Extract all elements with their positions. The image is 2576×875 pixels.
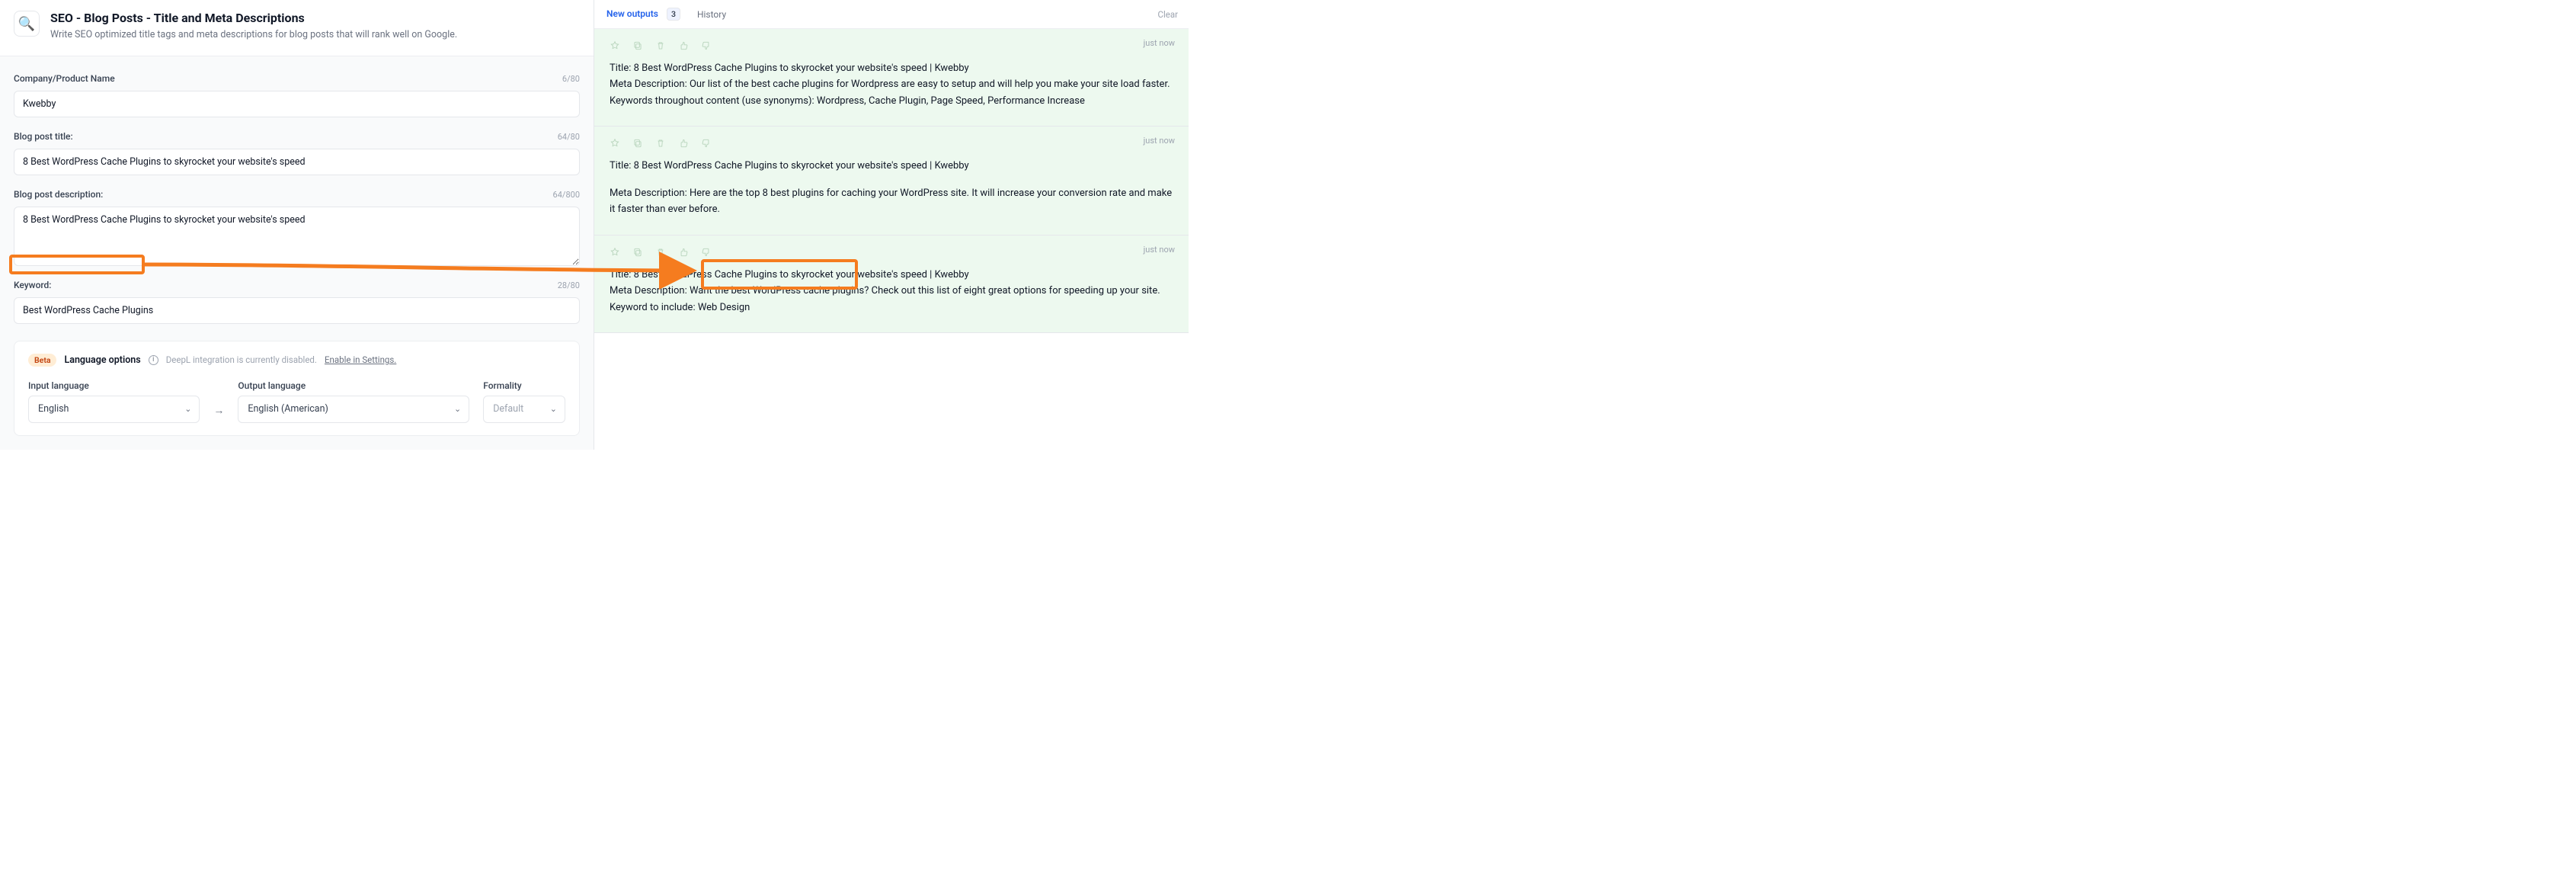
count-keyword: 28/80 — [558, 280, 580, 290]
language-options-card: Beta Language options i DeepL integratio… — [14, 341, 580, 436]
outputs-panel: New outputs 3 History Clear just now Tit… — [594, 0, 1189, 450]
chevron-down-icon: ⌄ — [184, 404, 191, 414]
blog-desc-input[interactable] — [14, 207, 580, 266]
card-action-row — [610, 138, 1173, 149]
form-panel: 🔍 SEO - Blog Posts - Title and Meta Desc… — [0, 0, 594, 450]
thumbs-down-icon[interactable] — [701, 138, 712, 149]
output-language-value: English (American) — [248, 403, 328, 415]
beta-badge: Beta — [28, 354, 56, 367]
output-card[interactable]: just now Title: 8 Best WordPress Cache P… — [594, 236, 1189, 333]
formality-value: Default — [493, 403, 523, 415]
output-meta: Meta Description: Our list of the best c… — [610, 76, 1173, 92]
output-extra: Keywords throughout content (use synonym… — [610, 93, 1173, 109]
thumbs-up-icon[interactable] — [678, 40, 689, 51]
tool-header: 🔍 SEO - Blog Posts - Title and Meta Desc… — [0, 0, 594, 56]
output-card[interactable]: just now Title: 8 Best WordPress Cache P… — [594, 29, 1189, 127]
output-meta: Meta Description: Want the best WordPres… — [610, 283, 1173, 299]
chevron-down-icon: ⌄ — [550, 404, 557, 414]
label-input-language: Input language — [28, 380, 200, 391]
thumbs-up-icon[interactable] — [678, 138, 689, 149]
output-body: Title: 8 Best WordPress Cache Plugins to… — [610, 60, 1173, 109]
card-action-row — [610, 247, 1173, 258]
formality-select[interactable]: Default ⌄ — [483, 396, 565, 423]
page-title: SEO - Blog Posts - Title and Meta Descri… — [50, 11, 457, 25]
count-blog-title: 64/80 — [558, 132, 580, 142]
trash-icon[interactable] — [655, 138, 666, 149]
info-icon[interactable]: i — [149, 355, 158, 365]
tab-new-outputs[interactable]: New outputs 3 — [605, 5, 682, 24]
thumbs-up-icon[interactable] — [678, 247, 689, 258]
trash-icon[interactable] — [655, 40, 666, 51]
output-body: Title: 8 Best WordPress Cache Plugins to… — [610, 158, 1173, 217]
card-action-row — [610, 40, 1173, 51]
chevron-down-icon: ⌄ — [454, 404, 461, 414]
output-title: Title: 8 Best WordPress Cache Plugins to… — [610, 60, 1173, 76]
company-input[interactable] — [14, 91, 580, 117]
enable-settings-link[interactable]: Enable in Settings. — [325, 354, 396, 365]
tab-history[interactable]: History — [696, 6, 728, 23]
label-output-language: Output language — [238, 380, 469, 391]
label-company: Company/Product Name — [14, 73, 115, 84]
output-timestamp: just now — [1144, 38, 1175, 48]
star-icon[interactable] — [610, 40, 620, 51]
output-card[interactable]: just now Title: 8 Best WordPress Cache P… — [594, 127, 1189, 235]
arrow-right-icon: → — [213, 404, 224, 423]
input-language-select[interactable]: English ⌄ — [28, 396, 200, 423]
language-hint: DeepL integration is currently disabled. — [166, 354, 317, 365]
count-blog-desc: 64/800 — [553, 190, 580, 200]
label-keyword: Keyword: — [14, 280, 51, 290]
clear-button[interactable]: Clear — [1157, 9, 1178, 20]
label-blog-title: Blog post title: — [14, 131, 73, 142]
keyword-input[interactable] — [14, 297, 580, 324]
tab-new-outputs-label: New outputs — [606, 8, 658, 19]
thumbs-down-icon[interactable] — [701, 40, 712, 51]
output-body: Title: 8 Best WordPress Cache Plugins to… — [610, 267, 1173, 316]
page-subtitle: Write SEO optimized title tags and meta … — [50, 28, 457, 42]
copy-icon[interactable] — [632, 247, 643, 258]
blog-title-input[interactable] — [14, 149, 580, 175]
star-icon[interactable] — [610, 247, 620, 258]
input-language-value: English — [38, 403, 69, 415]
output-timestamp: just now — [1144, 245, 1175, 255]
output-title: Title: 8 Best WordPress Cache Plugins to… — [610, 158, 1173, 174]
copy-icon[interactable] — [632, 40, 643, 51]
copy-icon[interactable] — [632, 138, 643, 149]
label-formality: Formality — [483, 380, 565, 391]
output-extra: Keyword to include: Web Design — [610, 300, 1173, 316]
output-meta: Meta Description: Here are the top 8 bes… — [610, 185, 1173, 218]
language-options-title: Language options — [64, 354, 140, 366]
thumbs-down-icon[interactable] — [701, 247, 712, 258]
trash-icon[interactable] — [655, 247, 666, 258]
label-blog-desc: Blog post description: — [14, 189, 103, 200]
output-language-select[interactable]: English (American) ⌄ — [238, 396, 469, 423]
output-title: Title: 8 Best WordPress Cache Plugins to… — [610, 267, 1173, 283]
tool-icon: 🔍 — [14, 11, 40, 37]
star-icon[interactable] — [610, 138, 620, 149]
magnifier-icon: 🔍 — [18, 16, 35, 32]
output-timestamp: just now — [1144, 136, 1175, 146]
tab-new-outputs-count: 3 — [667, 8, 680, 21]
count-company: 6/80 — [562, 74, 580, 84]
